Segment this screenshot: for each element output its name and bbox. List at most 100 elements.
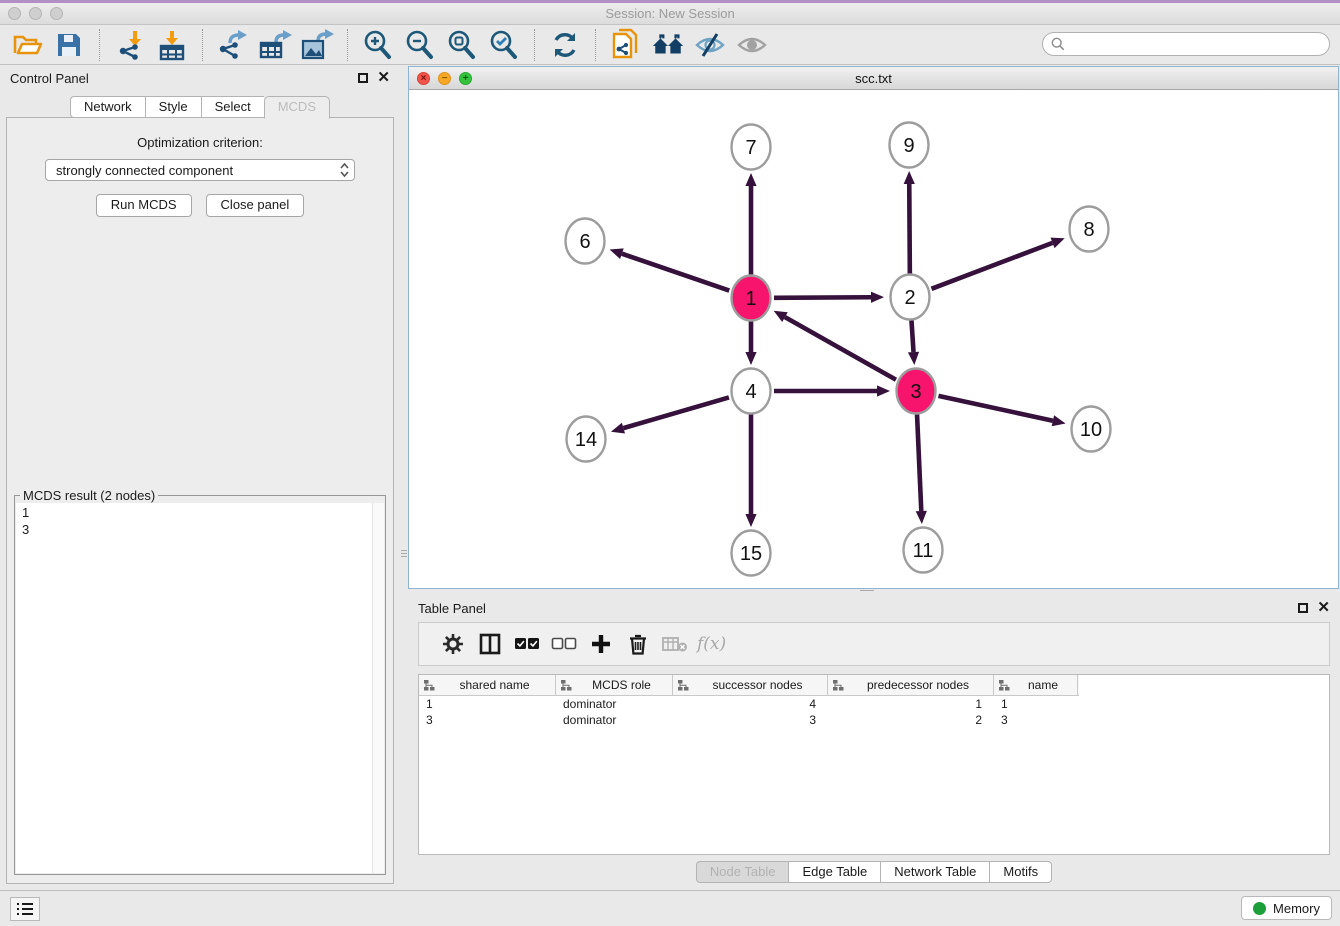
zoom-in-icon (362, 29, 394, 61)
function-builder-button[interactable]: f(x) (697, 634, 726, 654)
column-header-shared-name[interactable]: shared name (419, 675, 556, 695)
control-panel-tabs: NetworkStyleSelectMCDS (0, 96, 400, 119)
column-header-name[interactable]: name (994, 675, 1078, 695)
node-15[interactable]: 15 (732, 531, 771, 576)
node-7[interactable]: 7 (732, 125, 771, 170)
apply-layout-button[interactable] (548, 28, 582, 62)
network-window-titlebar[interactable]: × − + scc.txt (409, 67, 1338, 90)
search-field[interactable] (1042, 32, 1330, 56)
edge-3-1[interactable] (785, 317, 896, 380)
close-panel-button[interactable]: Close panel (206, 194, 305, 217)
tab-motifs[interactable]: Motifs (989, 861, 1052, 883)
save-session-button[interactable] (52, 28, 86, 62)
node-11[interactable]: 11 (904, 528, 943, 573)
network-canvas[interactable]: 7 9 6 8 1 2 4 3 14 10 15 11 (409, 89, 1338, 588)
delete-column-button[interactable] (619, 629, 656, 659)
column-settings-button[interactable] (434, 629, 471, 659)
node-8[interactable]: 8 (1070, 207, 1109, 252)
toggle-panel-button[interactable] (471, 629, 508, 659)
edge-2-3[interactable] (911, 320, 913, 352)
edge-1-2[interactable] (774, 297, 871, 298)
optimization-criterion-select[interactable]: strongly connected component (45, 159, 355, 181)
table-cell[interactable]: dominator (556, 697, 673, 711)
edge-2-8[interactable] (932, 243, 1053, 289)
table-cell[interactable]: 2 (828, 713, 994, 727)
table-cell[interactable]: 3 (419, 713, 556, 727)
tab-network-table[interactable]: Network Table (880, 861, 989, 883)
network-window-title: scc.txt (409, 71, 1338, 86)
column-header-mcds-role[interactable]: MCDS role (556, 675, 673, 695)
select-all-columns-button[interactable] (508, 629, 545, 659)
deselect-all-columns-button[interactable] (545, 629, 582, 659)
zoom-out-button[interactable] (403, 28, 437, 62)
table-cell[interactable]: dominator (556, 713, 673, 727)
import-table-button[interactable] (155, 28, 189, 62)
edge-4-14[interactable] (623, 397, 728, 428)
edge-1-6[interactable] (622, 254, 729, 291)
arrowhead-1-4 (745, 352, 756, 365)
edge-3-10[interactable] (938, 396, 1052, 421)
node-3[interactable]: 3 (897, 369, 936, 414)
node-label-10: 10 (1080, 419, 1102, 441)
document-network-icon (610, 28, 642, 62)
task-history-button[interactable] (10, 897, 40, 921)
vertical-splitter-handle[interactable] (401, 540, 407, 566)
node-6[interactable]: 6 (566, 219, 605, 264)
control-panel-close-button[interactable]: ✕ (377, 72, 390, 84)
show-all-button[interactable] (735, 28, 769, 62)
table-cell[interactable]: 3 (994, 713, 1078, 727)
add-column-button[interactable] (582, 629, 619, 659)
node-4[interactable]: 4 (732, 369, 771, 414)
zoom-selected-button[interactable] (487, 28, 521, 62)
table-cell[interactable]: 3 (673, 713, 828, 727)
import-network-icon (114, 29, 146, 61)
table-cell[interactable]: 1 (828, 697, 994, 711)
edge-2-9[interactable] (909, 184, 910, 274)
column-header-predecessor-nodes[interactable]: predecessor nodes (828, 675, 994, 695)
table-row[interactable]: 1dominator411 (419, 696, 1329, 712)
export-table-button[interactable] (258, 28, 292, 62)
control-panel-header: Control Panel ✕ (0, 65, 400, 91)
tab-style[interactable]: Style (145, 96, 201, 118)
tab-network[interactable]: Network (70, 96, 145, 118)
table-row[interactable]: 3dominator323 (419, 712, 1329, 728)
delete-table-button[interactable] (656, 629, 693, 659)
hide-selected-button[interactable] (693, 28, 727, 62)
memory-button[interactable]: Memory (1241, 896, 1332, 920)
node-10[interactable]: 10 (1072, 407, 1111, 452)
node-1[interactable]: 1 (732, 276, 771, 321)
node-14[interactable]: 14 (567, 417, 606, 462)
zoom-in-button[interactable] (361, 28, 395, 62)
zoom-fit-button[interactable] (445, 28, 479, 62)
node-2[interactable]: 2 (891, 275, 930, 320)
column-header-successor-nodes[interactable]: successor nodes (673, 675, 828, 695)
table-cell[interactable]: 1 (994, 697, 1078, 711)
combobox-stepper-icon (340, 162, 349, 178)
run-mcds-button[interactable]: Run MCDS (96, 194, 192, 217)
split-panel-icon (479, 633, 501, 655)
tab-node-table[interactable]: Node Table (696, 861, 789, 883)
table-panel-close-button[interactable]: ✕ (1317, 602, 1330, 614)
export-image-button[interactable] (300, 28, 334, 62)
search-input[interactable] (1070, 36, 1329, 53)
node-9[interactable]: 9 (890, 123, 929, 168)
go-home-button[interactable] (651, 28, 685, 62)
tab-select[interactable]: Select (201, 96, 264, 118)
arrowhead-1-7 (745, 173, 756, 186)
control-panel-float-button[interactable] (358, 73, 368, 83)
open-session-button[interactable] (10, 28, 44, 62)
export-network-button[interactable] (216, 28, 250, 62)
first-neighbors-button[interactable] (609, 28, 643, 62)
table-panel-float-button[interactable] (1298, 603, 1308, 613)
tab-mcds[interactable]: MCDS (264, 96, 330, 119)
import-network-button[interactable] (113, 28, 147, 62)
zoom-fit-icon (446, 29, 478, 61)
table-cell[interactable]: 1 (419, 697, 556, 711)
table-cell[interactable]: 4 (673, 697, 828, 711)
control-panel: Control Panel ✕ NetworkStyleSelectMCDS O… (0, 65, 400, 890)
edge-3-11[interactable] (917, 414, 921, 511)
tab-edge-table[interactable]: Edge Table (788, 861, 880, 883)
deselect-all-icon (551, 636, 577, 652)
mcds-result-scrollbar[interactable] (372, 503, 384, 873)
eye-slash-icon (693, 30, 727, 60)
